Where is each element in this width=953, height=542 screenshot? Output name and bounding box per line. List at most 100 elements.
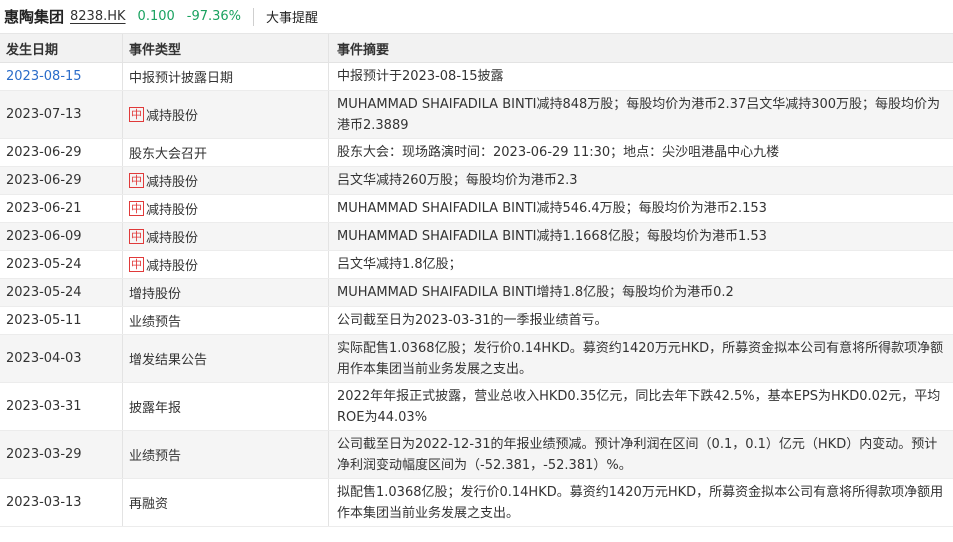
event-date-cell: 2023-03-29 (0, 431, 122, 478)
table-row: 2023-05-24 增持股份 MUHAMMAD SHAIFADILA BINTI增… (0, 279, 953, 307)
stock-change: -97.36% (186, 9, 242, 24)
event-type-cell: 业绩预告 (122, 431, 328, 478)
event-summary-cell: MUHAMMAD SHAIFADILA BINTI减持546.4万股；每股均价为… (328, 195, 953, 222)
event-date-cell: 2023-06-09 (0, 223, 122, 250)
event-summary-cell: MUHAMMAD SHAIFADILA BINTI增持1.8亿股；每股均价为港币… (328, 279, 953, 306)
event-summary-cell: 股东大会：现场路演时间：2023-06-29 11:30；地点：尖沙咀港晶中心九… (328, 139, 953, 166)
table-row: 2023-05-11 业绩预告 公司截至日为2023-03-31的一季报业绩首亏。 (0, 307, 953, 335)
event-date-cell: 2023-08-15 (0, 63, 122, 90)
table-row: 2023-03-13 再融资 拟配售1.0368亿股；发行价0.14HKD。募资约1… (0, 479, 953, 527)
table-row: 2023-06-29 中减持股份 吕文华减持260万股；每股均价为港币2.3 (0, 167, 953, 195)
event-date-cell: 2023-04-03 (0, 335, 122, 382)
table-body: 2023-08-15 中报预计披露日期 中报预计于2023-08-15披露 2023-… (0, 63, 953, 527)
event-date: 2023-06-29 (6, 145, 82, 160)
event-date: 2023-05-24 (6, 257, 82, 272)
stock-code-link[interactable]: 8238.HK (70, 9, 126, 24)
event-type: 增发结果公告 (129, 353, 208, 368)
event-type-cell: 中减持股份 (122, 195, 328, 222)
event-type-cell: 中减持股份 (122, 91, 328, 138)
table-row: 2023-06-09 中减持股份 MUHAMMAD SHAIFADILA BINTI… (0, 223, 953, 251)
event-type-cell: 股东大会召开 (122, 139, 328, 166)
event-type: 业绩预告 (129, 449, 182, 464)
event-type-cell: 中减持股份 (122, 167, 328, 194)
event-type-cell: 中减持股份 (122, 251, 328, 278)
event-type-cell: 业绩预告 (122, 307, 328, 334)
event-summary-cell: MUHAMMAD SHAIFADILA BINTI减持1.1668亿股；每股均价… (328, 223, 953, 250)
table-row: 2023-08-15 中报预计披露日期 中报预计于2023-08-15披露 (0, 63, 953, 91)
table-row: 2023-03-31 披露年报 2022年年报正式披露，营业总收入HKD0.35亿元… (0, 383, 953, 431)
event-date: 2023-05-24 (6, 285, 82, 300)
page-title: 大事提醒 (266, 11, 319, 26)
event-type-cell: 披露年报 (122, 383, 328, 430)
table-row: 2023-06-21 中减持股份 MUHAMMAD SHAIFADILA BINTI… (0, 195, 953, 223)
event-date: 2023-06-29 (6, 173, 82, 188)
zhong-badge-icon: 中 (129, 229, 144, 244)
stock-name: 惠陶集团 (4, 8, 65, 26)
table-row: 2023-07-13 中减持股份 MUHAMMAD SHAIFADILA BINTI… (0, 91, 953, 139)
event-date-cell: 2023-06-29 (0, 139, 122, 166)
event-type: 披露年报 (129, 401, 182, 416)
column-header-date[interactable]: 发生日期 (0, 34, 122, 62)
event-date-link[interactable]: 2023-08-15 (6, 69, 82, 84)
event-type: 减持股份 (146, 231, 199, 246)
event-type: 增持股份 (129, 287, 182, 302)
event-date-cell: 2023-05-24 (0, 251, 122, 278)
column-header-summary[interactable]: 事件摘要 (328, 34, 953, 62)
event-summary: 公司截至日为2022-12-31的年报业绩预减。预计净利润在区间（0.1，0.1… (337, 436, 938, 473)
zhong-badge-icon: 中 (129, 201, 144, 216)
event-date: 2023-03-13 (6, 495, 82, 510)
event-summary: 股东大会：现场路演时间：2023-06-29 11:30；地点：尖沙咀港晶中心九… (337, 145, 780, 160)
event-summary-cell: 吕文华减持1.8亿股； (328, 251, 953, 278)
event-type: 减持股份 (146, 109, 199, 124)
event-date: 2023-03-29 (6, 447, 82, 462)
event-date: 2023-05-11 (6, 313, 82, 328)
table-row: 2023-05-24 中减持股份 吕文华减持1.8亿股； (0, 251, 953, 279)
table-row: 2023-06-29 股东大会召开 股东大会：现场路演时间：2023-06-29 1… (0, 139, 953, 167)
event-type: 股东大会召开 (129, 147, 208, 162)
event-type: 再融资 (129, 497, 169, 512)
column-header-type[interactable]: 事件类型 (122, 34, 328, 62)
event-summary: 中报预计于2023-08-15披露 (337, 69, 504, 84)
event-summary: 吕文华减持260万股；每股均价为港币2.3 (337, 173, 578, 188)
events-table: 发生日期 事件类型 事件摘要 2023-08-15 中报预计披露日期 中报预计于20… (0, 34, 953, 527)
header-divider (253, 7, 255, 26)
event-type: 业绩预告 (129, 315, 182, 330)
event-summary-cell: 中报预计于2023-08-15披露 (328, 63, 953, 90)
stock-price: 0.100 (137, 9, 175, 24)
event-summary: MUHAMMAD SHAIFADILA BINTI减持546.4万股；每股均价为… (337, 201, 767, 216)
event-type-cell: 增发结果公告 (122, 335, 328, 382)
event-summary: 公司截至日为2023-03-31的一季报业绩首亏。 (337, 313, 608, 328)
event-date-cell: 2023-05-24 (0, 279, 122, 306)
event-date: 2023-06-09 (6, 229, 82, 244)
zhong-badge-icon: 中 (129, 107, 144, 122)
event-summary: 拟配售1.0368亿股；发行价0.14HKD。募资约1420万元HKD，所募资金… (337, 484, 944, 521)
event-summary-cell: 吕文华减持260万股；每股均价为港币2.3 (328, 167, 953, 194)
zhong-badge-icon: 中 (129, 257, 144, 272)
event-date: 2023-03-31 (6, 399, 82, 414)
event-date: 2023-04-03 (6, 351, 82, 366)
event-summary: MUHAMMAD SHAIFADILA BINTI增持1.8亿股；每股均价为港币… (337, 285, 734, 300)
event-date-cell: 2023-06-21 (0, 195, 122, 222)
table-row: 2023-03-29 业绩预告 公司截至日为2022-12-31的年报业绩预减。预计… (0, 431, 953, 479)
table-header: 发生日期 事件类型 事件摘要 (0, 34, 953, 63)
event-summary: MUHAMMAD SHAIFADILA BINTI减持848万股；每股均价为港币… (337, 96, 941, 133)
event-date-cell: 2023-03-31 (0, 383, 122, 430)
table-row: 2023-04-03 增发结果公告 实际配售1.0368亿股；发行价0.14HKD。… (0, 335, 953, 383)
event-summary: 吕文华减持1.8亿股； (337, 257, 462, 272)
event-summary: 2022年年报正式披露，营业总收入HKD0.35亿元，同比去年下跌42.5%，基… (337, 388, 941, 425)
event-type-cell: 再融资 (122, 479, 328, 526)
event-summary-cell: 公司截至日为2023-03-31的一季报业绩首亏。 (328, 307, 953, 334)
event-date: 2023-06-21 (6, 201, 82, 216)
event-type: 减持股份 (146, 259, 199, 274)
event-date-cell: 2023-05-11 (0, 307, 122, 334)
event-summary-cell: 拟配售1.0368亿股；发行价0.14HKD。募资约1420万元HKD，所募资金… (328, 479, 953, 526)
zhong-badge-icon: 中 (129, 173, 144, 188)
event-date-cell: 2023-03-13 (0, 479, 122, 526)
event-type-cell: 增持股份 (122, 279, 328, 306)
event-type-cell: 中报预计披露日期 (122, 63, 328, 90)
event-type: 中报预计披露日期 (129, 71, 234, 86)
event-date-cell: 2023-07-13 (0, 91, 122, 138)
event-summary: MUHAMMAD SHAIFADILA BINTI减持1.1668亿股；每股均价… (337, 229, 767, 244)
event-type: 减持股份 (146, 175, 199, 190)
event-summary: 实际配售1.0368亿股；发行价0.14HKD。募资约1420万元HKD，所募资… (337, 340, 944, 377)
